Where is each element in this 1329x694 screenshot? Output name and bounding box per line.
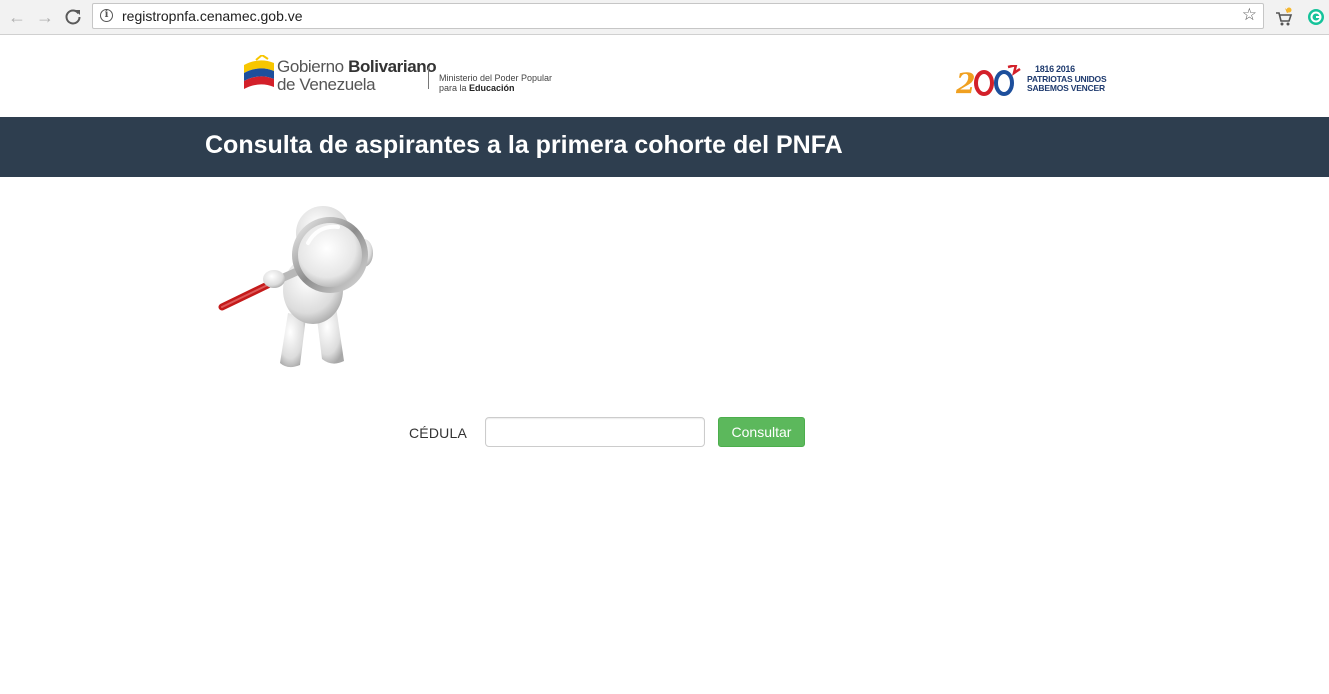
cedula-label: CÉDULA [409,425,467,441]
arrow-right-icon[interactable]: → [34,6,56,28]
star-icon[interactable]: ☆ [1242,5,1257,25]
url-text[interactable]: registropnfa.cenamec.gob.ve [122,8,303,24]
magnifier-figure-illustration [218,195,383,375]
page-title: Consulta de aspirantes a la primera coho… [205,131,843,159]
venezuela-flag-icon [244,55,274,89]
title-bar: Consulta de aspirantes a la primera coho… [0,117,1329,177]
ministry-line2: para la [439,83,470,93]
address-bar[interactable]: i registropnfa.cenamec.gob.ve ☆ [92,3,1264,29]
bicentennial-logo: 2 1816 2016 PATRIOTAS UNIDOS SABEMOS VEN… [956,64,1107,97]
svg-text:2: 2 [956,67,975,97]
bicentennial-200-emblem-icon: 2 [956,65,1021,97]
bicentennial-years: 1816 2016 [1035,64,1075,74]
ministry-line2-bold: Educación [469,83,515,93]
cedula-input[interactable] [485,417,705,447]
bicentennial-slogan-2: SABEMOS VENCER [1027,83,1105,93]
consultar-button[interactable]: Consultar [718,417,805,447]
shopping-cart-extension-icon[interactable] [1274,7,1294,27]
reload-icon[interactable] [62,6,84,28]
browser-toolbar: ← → i registropnfa.cenamec.gob.ve ☆ [0,0,1329,35]
arrow-left-icon[interactable]: ← [6,6,28,28]
site-header: Gobierno Bolivariano de Venezuela Minist… [0,35,1329,117]
logo-divider [428,67,429,89]
ministry-line1: Ministerio del Poder Popular [439,73,553,83]
info-icon[interactable]: i [100,9,113,22]
gov-logo-line1: Gobierno [277,57,349,76]
grammarly-extension-icon[interactable] [1306,7,1326,27]
gov-logo-line1-bold: Bolivariano [348,57,437,76]
gov-logo-line2: de Venezuela [277,75,376,94]
